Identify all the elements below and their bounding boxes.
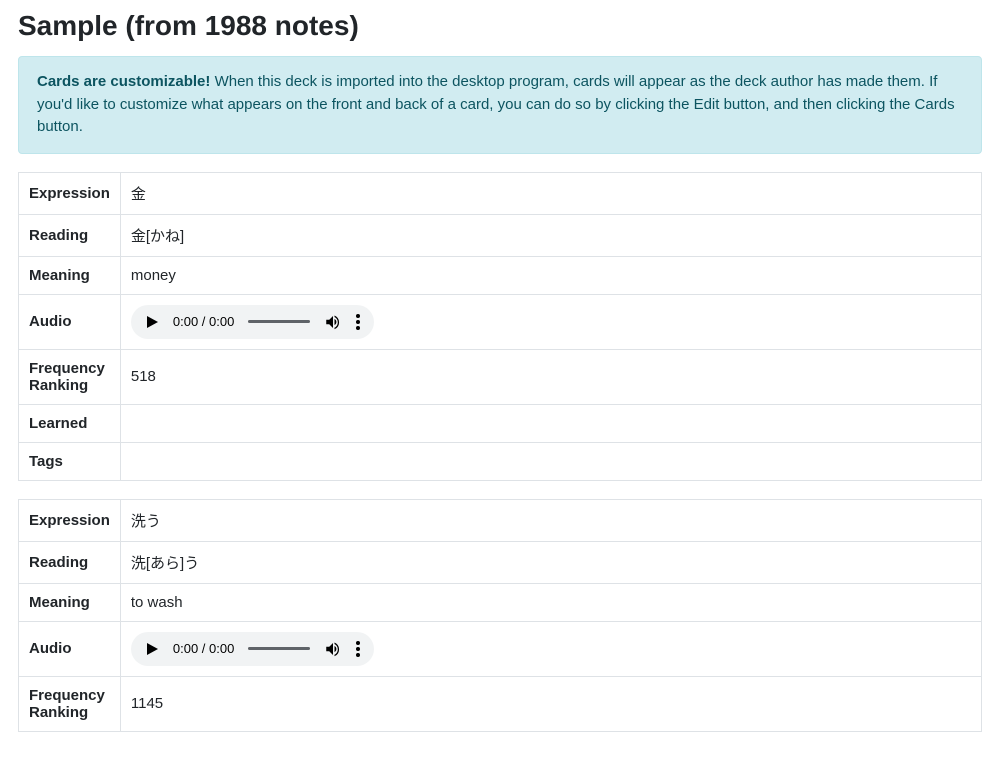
audio-player[interactable]: 0:00 / 0:00 <box>131 632 374 666</box>
field-label-frequency: Frequency Ranking <box>19 349 121 404</box>
field-label-tags: Tags <box>19 442 121 480</box>
audio-track[interactable] <box>248 647 310 650</box>
field-label-frequency: Frequency Ranking <box>19 676 121 731</box>
play-icon[interactable] <box>145 315 159 329</box>
field-value-expression: 金 <box>120 172 981 214</box>
note-table: Expression 金 Reading 金[かね] Meaning money… <box>18 172 982 481</box>
field-value-meaning: money <box>120 256 981 294</box>
field-label-meaning: Meaning <box>19 583 121 621</box>
field-label-audio: Audio <box>19 294 121 349</box>
field-value-audio: 0:00 / 0:00 <box>120 294 981 349</box>
play-icon[interactable] <box>145 642 159 656</box>
field-label-expression: Expression <box>19 172 121 214</box>
field-label-learned: Learned <box>19 404 121 442</box>
field-label-meaning: Meaning <box>19 256 121 294</box>
page-title: Sample (from 1988 notes) <box>18 10 982 42</box>
field-value-expression: 洗う <box>120 499 981 541</box>
kebab-menu-icon[interactable] <box>356 314 360 330</box>
field-value-reading: 洗[あら]う <box>120 541 981 583</box>
field-value-audio: 0:00 / 0:00 <box>120 621 981 676</box>
field-value-tags <box>120 442 981 480</box>
kebab-menu-icon[interactable] <box>356 641 360 657</box>
field-value-frequency: 518 <box>120 349 981 404</box>
info-alert: Cards are customizable! When this deck i… <box>18 56 982 154</box>
alert-strong: Cards are customizable! <box>37 73 210 90</box>
field-value-learned <box>120 404 981 442</box>
field-value-frequency: 1145 <box>120 676 981 731</box>
volume-icon[interactable] <box>324 313 342 331</box>
audio-time: 0:00 / 0:00 <box>173 314 234 329</box>
audio-player[interactable]: 0:00 / 0:00 <box>131 305 374 339</box>
volume-icon[interactable] <box>324 640 342 658</box>
field-label-reading: Reading <box>19 214 121 256</box>
field-label-reading: Reading <box>19 541 121 583</box>
audio-track[interactable] <box>248 320 310 323</box>
field-label-audio: Audio <box>19 621 121 676</box>
field-label-expression: Expression <box>19 499 121 541</box>
note-table: Expression 洗う Reading 洗[あら]う Meaning to … <box>18 499 982 732</box>
field-value-reading: 金[かね] <box>120 214 981 256</box>
field-value-meaning: to wash <box>120 583 981 621</box>
audio-time: 0:00 / 0:00 <box>173 641 234 656</box>
